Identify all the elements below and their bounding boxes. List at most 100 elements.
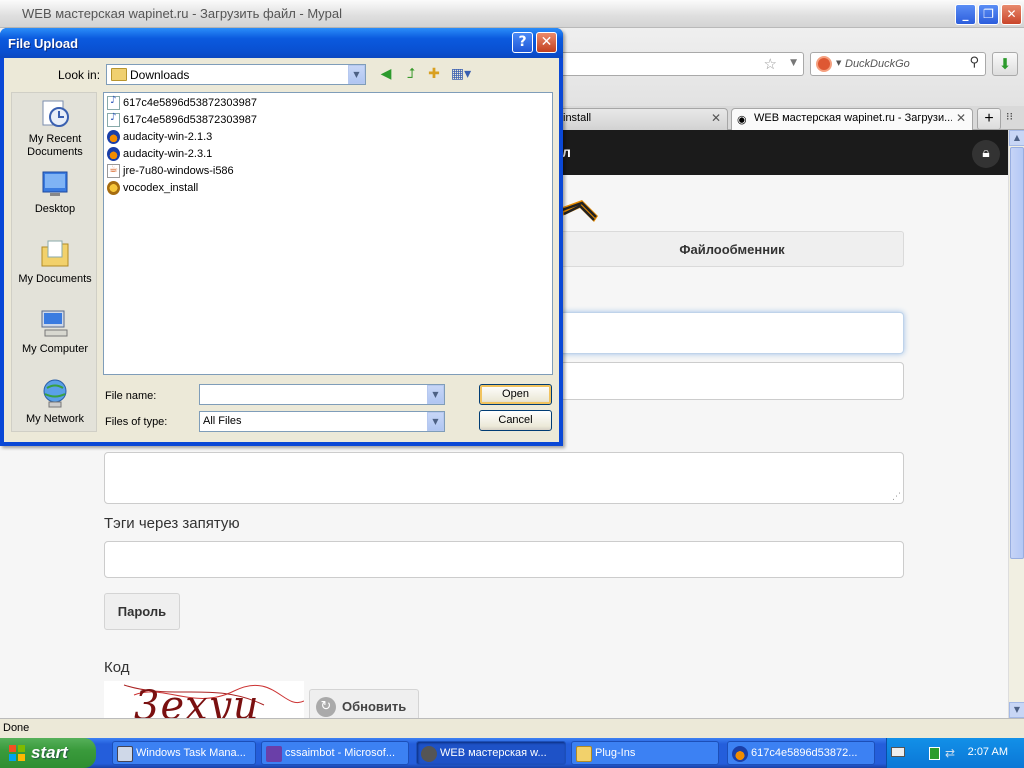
back-icon[interactable]: ◀	[376, 65, 396, 85]
desktop-icon	[42, 171, 68, 196]
refresh-label: Обновить	[342, 699, 407, 714]
status-bar: Done	[0, 718, 1024, 738]
help-button[interactable]: ?	[512, 32, 533, 53]
url-field[interactable]	[560, 362, 904, 400]
open-button[interactable]: Open	[479, 384, 552, 405]
file-name: jre-7u80-windows-i586	[123, 165, 234, 177]
lock-icon[interactable]: 🔒︎	[972, 140, 1000, 168]
description-textarea[interactable]: ⋰	[104, 452, 904, 504]
chevron-down-icon[interactable]: ▼	[348, 65, 365, 84]
tab-install[interactable]: install ✕	[540, 108, 728, 130]
task-label: WEB мастерская w...	[440, 747, 547, 759]
audacity-icon	[107, 147, 120, 161]
url-dropdown-icon[interactable]: ▼	[790, 58, 797, 68]
java-icon	[107, 164, 120, 178]
duckduckgo-icon[interactable]	[816, 56, 832, 72]
new-folder-icon[interactable]: ✚	[424, 65, 444, 85]
st-george-ribbon-icon	[560, 200, 598, 222]
tags-label: Тэги через запятую	[104, 515, 240, 532]
place-my-network[interactable]: My Network	[12, 375, 98, 441]
keyboard-icon[interactable]	[891, 747, 905, 757]
place-recent-documents[interactable]: My Recent Documents	[12, 95, 98, 161]
search-engine-dropdown-icon[interactable]: ▼	[836, 59, 841, 67]
url-bar[interactable]: ☆ ▼	[560, 52, 804, 76]
file-name: vocodex_install	[123, 182, 199, 194]
tab-close-icon[interactable]: ✕	[711, 111, 721, 125]
task-plug-ins[interactable]: Plug-Ins	[571, 741, 719, 765]
new-tab-button[interactable]: +	[977, 108, 1001, 130]
resize-grip-icon[interactable]: ⋰	[892, 492, 901, 502]
file-name: 617c4e5896d53872303987	[123, 97, 257, 109]
task-audacity[interactable]: 617c4e5896d53872...	[727, 741, 875, 765]
network-tray-icon[interactable]: ⇄	[945, 746, 955, 760]
audacity-icon	[732, 746, 748, 762]
tray-app-icon[interactable]	[929, 747, 940, 760]
windows-logo-icon	[9, 745, 25, 761]
file-name-input[interactable]: ▼	[199, 384, 445, 405]
chevron-down-icon[interactable]: ▼	[427, 385, 444, 404]
start-label: start	[31, 743, 68, 762]
bookmark-star-icon[interactable]: ☆	[764, 55, 777, 73]
place-my-documents[interactable]: My Documents	[12, 235, 98, 301]
window-close-button[interactable]: ✕	[1001, 4, 1022, 25]
dialog-body: Look in: Downloads ▼ ◀ ⮥ ✚ ▦▾ My Recent …	[4, 58, 559, 442]
place-desktop[interactable]: Desktop	[12, 165, 98, 231]
look-in-value: Downloads	[130, 68, 190, 82]
search-box[interactable]: ▼ DuckDuckGo ⚲	[810, 52, 986, 76]
place-my-computer[interactable]: My Computer	[12, 305, 98, 371]
installer-icon	[107, 181, 120, 195]
view-menu-icon[interactable]: ▦▾	[448, 65, 474, 85]
folder-icon	[576, 746, 592, 762]
tab-wapinet[interactable]: ◉ WEB мастерская wapinet.ru - Загрузи...…	[731, 108, 973, 130]
dialog-titlebar: File Upload ? ✕	[0, 28, 563, 58]
captcha-image: 3ехуи	[104, 681, 304, 718]
task-manager-icon	[117, 746, 133, 762]
cancel-button[interactable]: Cancel	[479, 410, 552, 431]
clock[interactable]: 2:07 AM	[968, 746, 1008, 758]
browser-window-title: WEB мастерская wapinet.ru - Загрузить фа…	[22, 6, 343, 21]
chevron-down-icon[interactable]: ▼	[427, 412, 444, 431]
tab-favicon-icon: ◉	[737, 113, 747, 126]
vertical-scrollbar[interactable]: ▲ ▼	[1008, 130, 1024, 718]
tab-list-icon[interactable]: ⁝⁝	[1006, 110, 1013, 123]
task-browser[interactable]: WEB мастерская w...	[416, 741, 566, 765]
search-icon[interactable]: ⚲	[969, 55, 979, 70]
up-folder-icon[interactable]: ⮥	[401, 65, 421, 85]
files-of-type-dropdown[interactable]: All Files ▼	[199, 411, 445, 432]
mypal-icon	[421, 746, 437, 762]
my-documents-icon	[41, 240, 69, 267]
system-tray: ⇄ 2:07 AM	[886, 738, 1024, 768]
dialog-close-button[interactable]: ✕	[536, 32, 557, 53]
dialog-title: File Upload	[8, 36, 79, 51]
look-in-dropdown[interactable]: Downloads ▼	[106, 64, 366, 85]
tab-close-icon[interactable]: ✕	[956, 111, 966, 125]
refresh-icon: ↻	[316, 697, 336, 717]
tags-input[interactable]	[104, 541, 904, 578]
task-label: cssaimbot - Microsof...	[285, 747, 396, 759]
place-label: My Recent Documents	[27, 133, 83, 158]
files-of-type-label: Files of type:	[105, 416, 168, 428]
scroll-thumb[interactable]	[1010, 147, 1024, 559]
browser-titlebar: WEB мастерская wapinet.ru - Загрузить фа…	[0, 0, 1024, 28]
file-name-label: File name:	[105, 390, 157, 402]
scroll-down-arrow-icon[interactable]: ▼	[1009, 702, 1024, 718]
scroll-up-arrow-icon[interactable]: ▲	[1009, 130, 1024, 146]
tab-label: WEB мастерская wapinet.ru - Загрузи...	[754, 112, 952, 124]
refresh-captcha-button[interactable]: ↻ Обновить	[309, 689, 419, 718]
my-network-icon	[43, 379, 67, 408]
file-name: audacity-win-2.1.3	[123, 131, 213, 143]
files-of-type-value: All Files	[203, 415, 242, 427]
place-label: My Computer	[21, 343, 89, 355]
file-list[interactable]: 617c4e5896d53872303987 617c4e5896d538723…	[103, 92, 553, 375]
minimize-button[interactable]: _	[955, 4, 976, 25]
my-computer-icon	[41, 310, 68, 337]
file-sharing-nav-button[interactable]: Файлообменник	[560, 231, 904, 267]
upload-file-field[interactable]	[560, 312, 904, 354]
downloads-button[interactable]: ⬇	[992, 52, 1018, 76]
task-cssaimbot[interactable]: cssaimbot - Microsof...	[261, 741, 409, 765]
start-button[interactable]: start	[0, 738, 96, 768]
places-bar: My Recent Documents Desktop My Documents	[11, 92, 97, 432]
task-task-manager[interactable]: Windows Task Mana...	[112, 741, 256, 765]
password-button[interactable]: Пароль	[104, 593, 180, 630]
maximize-button[interactable]: ❐	[978, 4, 999, 25]
